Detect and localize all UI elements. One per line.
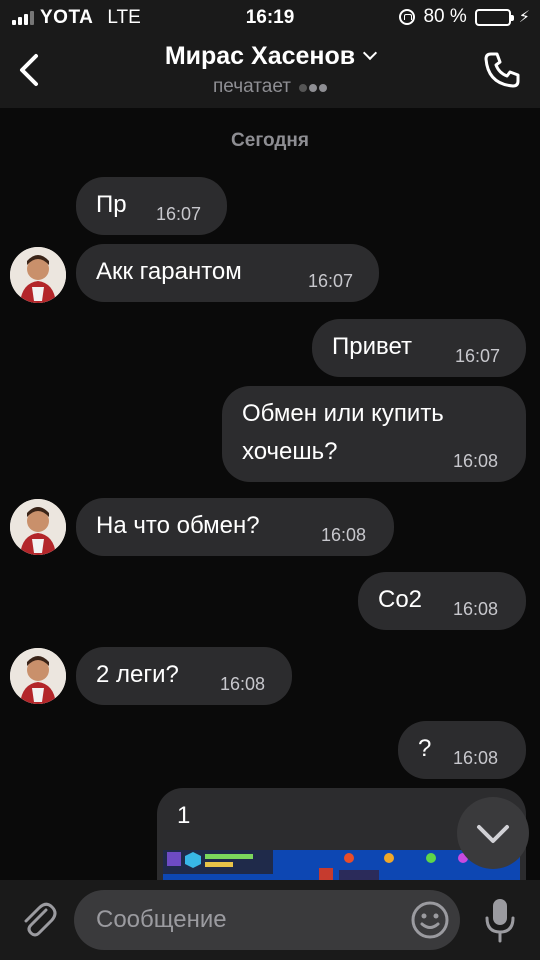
status-bar-right: 80 % ⚡: [399, 6, 530, 28]
message-bubble-outgoing[interactable]: Со2 16:08: [358, 572, 526, 630]
chevron-down-icon: [477, 825, 509, 843]
message-composer: Сообщение: [0, 880, 540, 960]
message-text: Акк гарантом: [96, 258, 242, 285]
phone-call-icon[interactable]: [482, 50, 522, 90]
message-bubble-incoming[interactable]: Акк гарантом 16:07: [76, 244, 379, 302]
message-bubble-outgoing[interactable]: Привет 16:07: [312, 319, 526, 377]
message-time: 16:08: [453, 599, 499, 619]
attachment-clip-icon[interactable]: [18, 898, 58, 942]
avatar[interactable]: [10, 648, 66, 704]
microphone-icon[interactable]: [482, 896, 518, 944]
message-text-line2: хочешь?: [242, 438, 338, 465]
battery-icon: [474, 8, 514, 26]
typing-dots-icon: [297, 76, 327, 98]
orientation-lock-icon: [399, 9, 416, 25]
charging-icon: ⚡: [518, 9, 530, 26]
message-time: 16:07: [455, 346, 501, 366]
message-time: 16:08: [220, 674, 266, 694]
message-text: 2 леги?: [96, 661, 179, 688]
message-text: Привет: [332, 333, 413, 360]
message-text: На что обмен?: [96, 512, 260, 539]
message-input-placeholder: Сообщение: [96, 906, 227, 933]
message-input[interactable]: Сообщение: [74, 890, 460, 950]
message-time: 16:08: [453, 451, 499, 471]
typing-status: печатает: [0, 76, 540, 98]
message-bubble-incoming[interactable]: 2 леги? 16:08: [76, 647, 292, 705]
chat-header: Мирас Хасенов печатает: [0, 36, 540, 109]
message-text: Пр: [96, 191, 127, 218]
avatar[interactable]: [10, 247, 66, 303]
chevron-down-icon: [363, 45, 378, 61]
contact-avatar-image: [10, 247, 66, 303]
message-bubble-incoming[interactable]: На что обмен? 16:08: [76, 498, 394, 556]
message-time: 16:07: [308, 271, 354, 291]
message-bubble-incoming[interactable]: Пр 16:07: [76, 177, 227, 235]
message-bubble-outgoing[interactable]: Обмен или купить хочешь? 16:08: [222, 386, 526, 482]
date-separator: Сегодня: [231, 130, 309, 151]
contact-name-button[interactable]: Мирас Хасенов: [0, 42, 540, 71]
contact-name: Мирас Хасенов: [164, 42, 356, 70]
message-text: ?: [418, 735, 432, 762]
avatar[interactable]: [10, 499, 66, 555]
message-text-line1: Обмен или купить: [242, 400, 444, 427]
message-time: 16:07: [156, 204, 202, 224]
photo-caption: 1: [177, 802, 191, 829]
message-time: 16:08: [453, 748, 499, 768]
contact-avatar-image: [10, 499, 66, 555]
status-bar: YOTA LTE 16:19 80 % ⚡: [0, 0, 540, 36]
battery-percent: 80 %: [423, 6, 467, 27]
scroll-to-bottom-button[interactable]: [457, 797, 529, 869]
contact-avatar-image: [10, 648, 66, 704]
typing-status-text: печатает: [213, 76, 291, 97]
message-text: Со2: [378, 586, 423, 613]
message-list[interactable]: Сегодня Пр 16:07 Акк гарантом 16:07 Прив…: [0, 108, 540, 880]
message-bubble-outgoing[interactable]: ? 16:08: [398, 721, 526, 779]
emoji-smile-icon[interactable]: [410, 900, 450, 940]
message-time: 16:08: [321, 525, 367, 545]
